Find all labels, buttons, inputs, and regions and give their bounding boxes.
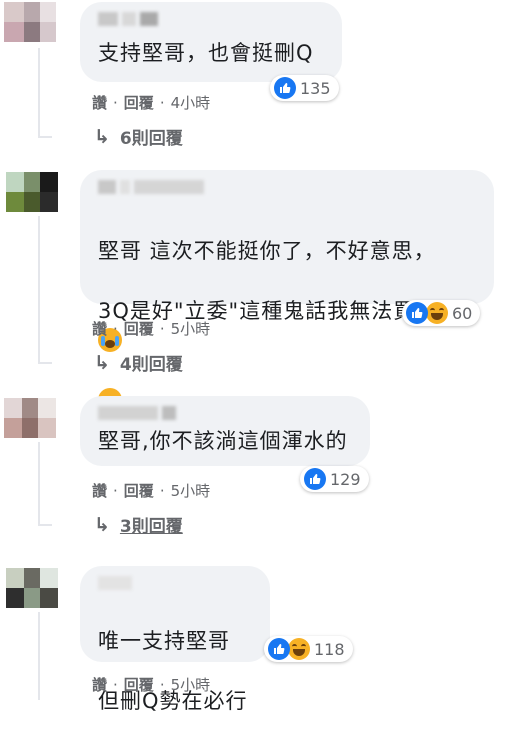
avatar[interactable] xyxy=(4,2,56,42)
like-action[interactable]: 讚 xyxy=(92,674,107,695)
reaction-summary[interactable]: 60 xyxy=(402,300,481,326)
view-replies[interactable]: ↳ 4則回覆 xyxy=(94,350,183,376)
thread-line xyxy=(38,442,40,526)
avatar[interactable] xyxy=(6,568,58,608)
comment-meta: 讚 · 回覆 · 5小時 xyxy=(92,480,211,501)
reaction-summary[interactable]: 135 xyxy=(270,75,339,101)
comment-bubble: 唯一支持堅哥 但刪Q勢在必行 xyxy=(80,566,270,713)
thread-branch xyxy=(38,524,52,526)
comment-bubble: 堅哥 這次不能挺你了，不好意思， 3Q是好"立委"這種鬼話我無法買單 xyxy=(80,170,494,412)
reaction-count: 135 xyxy=(300,78,331,98)
like-icon xyxy=(268,638,290,660)
comment-meta: 讚 · 回覆 · 4小時 xyxy=(92,92,211,113)
like-action[interactable]: 讚 xyxy=(92,480,107,501)
blurred-author-name[interactable] xyxy=(98,576,252,592)
reply-action[interactable]: 回覆 xyxy=(124,480,154,501)
reaction-summary[interactable]: 129 xyxy=(300,466,369,492)
reply-arrow-icon: ↳ xyxy=(94,125,110,148)
comment-bubble: 堅哥,你不該淌這個渾水的 xyxy=(80,396,370,466)
timestamp[interactable]: 5小時 xyxy=(171,674,211,695)
comment-meta: 讚 · 回覆 · 5小時 xyxy=(92,318,211,339)
replies-label: 3則回覆 xyxy=(119,517,183,537)
avatar[interactable] xyxy=(4,398,56,438)
thread-branch xyxy=(38,362,52,364)
reaction-summary[interactable]: 118 xyxy=(264,636,353,662)
view-replies[interactable]: ↳ 3則回覆 xyxy=(94,512,183,538)
thread-line xyxy=(38,48,40,138)
reply-action[interactable]: 回覆 xyxy=(124,318,154,339)
comment-text: 堅哥,你不該淌這個渾水的 xyxy=(98,429,348,453)
comment-text-line: 唯一支持堅哥 xyxy=(98,629,230,653)
reaction-count: 129 xyxy=(330,469,361,489)
like-action[interactable]: 讚 xyxy=(92,92,107,113)
haha-icon xyxy=(288,638,310,660)
timestamp[interactable]: 5小時 xyxy=(171,318,211,339)
blurred-author-name[interactable] xyxy=(98,12,324,28)
reply-action[interactable]: 回覆 xyxy=(124,92,154,113)
like-icon xyxy=(304,468,326,490)
like-action[interactable]: 讚 xyxy=(92,318,107,339)
comment-meta: 讚 · 回覆 · 5小時 xyxy=(92,674,211,695)
thread-branch xyxy=(38,136,52,138)
comment-bubble: 支持堅哥，也會挺刪Q xyxy=(80,2,342,82)
comment-text: 支持堅哥，也會挺刪Q xyxy=(98,41,314,65)
reply-arrow-icon: ↳ xyxy=(94,513,110,536)
comment-text-line: 堅哥 這次不能挺你了，不好意思， xyxy=(98,239,436,263)
haha-icon xyxy=(426,302,448,324)
reply-arrow-icon: ↳ xyxy=(94,351,110,374)
avatar[interactable] xyxy=(6,172,58,212)
timestamp[interactable]: 5小時 xyxy=(171,480,211,501)
blurred-author-name[interactable] xyxy=(98,180,476,196)
like-icon xyxy=(406,302,428,324)
timestamp[interactable]: 4小時 xyxy=(171,92,211,113)
like-icon xyxy=(274,77,296,99)
view-replies[interactable]: ↳ 6則回覆 xyxy=(94,124,183,150)
reply-action[interactable]: 回覆 xyxy=(124,674,154,695)
replies-label: 4則回覆 xyxy=(119,355,183,375)
thread-line xyxy=(38,216,40,364)
thread-line xyxy=(38,612,40,700)
blurred-author-name[interactable] xyxy=(98,406,352,422)
replies-label: 6則回覆 xyxy=(119,129,183,149)
reaction-count: 118 xyxy=(314,639,345,659)
reaction-count: 60 xyxy=(452,303,473,323)
